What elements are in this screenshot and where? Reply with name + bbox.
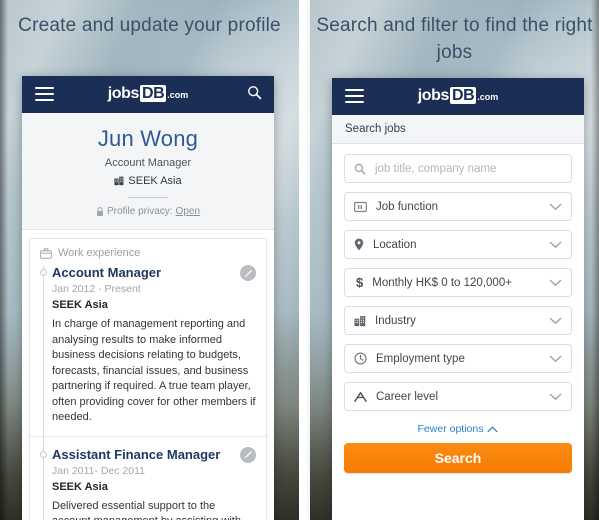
job-title: Account Manager bbox=[52, 265, 162, 280]
timeline-line bbox=[43, 266, 44, 520]
profile-name: Jun Wong bbox=[97, 126, 199, 151]
work-experience-item: Account Manager Jan 2012 - Present SEEK … bbox=[40, 264, 256, 436]
industry-value: Industry bbox=[375, 314, 416, 327]
left-panel: Create and update your profile jobs DB .co… bbox=[0, 0, 299, 520]
hamburger-icon[interactable] bbox=[345, 89, 364, 103]
search-button[interactable]: Search bbox=[344, 443, 572, 473]
search-input-placeholder: job title, company name bbox=[375, 162, 497, 175]
logo-db-mark: DB bbox=[449, 87, 477, 104]
logo-suffix-text: .com bbox=[477, 92, 499, 102]
profile-privacy-value[interactable]: Open bbox=[176, 206, 200, 217]
chevron-down-icon bbox=[549, 279, 562, 287]
left-vignette bbox=[0, 0, 8, 520]
left-phone-card: jobs DB .com Jun Wong Account Manager SE… bbox=[22, 76, 274, 520]
salary-select[interactable]: $ Monthly HK$ 0 to 120,000+ bbox=[344, 268, 572, 297]
industry-select[interactable]: Industry bbox=[344, 306, 572, 335]
chevron-down-icon bbox=[549, 393, 562, 401]
search-icon[interactable] bbox=[247, 85, 262, 100]
work-experience-item: Assistant Finance Manager Jan 2011- Dec … bbox=[40, 446, 256, 520]
chevron-down-icon bbox=[549, 317, 562, 325]
dollar-icon: $ bbox=[356, 275, 364, 290]
right-phone-card: jobs DB .com Search jobs job title, compan… bbox=[332, 78, 584, 520]
hamburger-icon[interactable] bbox=[35, 87, 54, 101]
right-navbar: jobs DB .com bbox=[332, 78, 584, 115]
work-experience-label: Work experience bbox=[58, 247, 141, 259]
jobsdb-logo[interactable]: jobs DB .com bbox=[22, 76, 274, 114]
job-date: Jan 2011- Dec 2011 bbox=[52, 464, 146, 477]
location-value: Location bbox=[373, 238, 417, 251]
right-vignette bbox=[591, 0, 599, 520]
chevron-down-icon bbox=[549, 203, 562, 211]
edit-pencil-icon[interactable] bbox=[240, 446, 256, 463]
chevron-down-icon bbox=[549, 241, 562, 249]
timeline-dot bbox=[40, 269, 47, 276]
work-experience-card: Work experience Account Manager Jan 2012… bbox=[29, 238, 267, 520]
profile-company: SEEK Asia bbox=[32, 175, 264, 187]
work-experience-list: Account Manager Jan 2012 - Present SEEK … bbox=[30, 264, 266, 520]
right-panel: Search and filter to find the right jobs… bbox=[310, 0, 599, 520]
profile-company-name: SEEK Asia bbox=[128, 175, 182, 187]
job-function-select[interactable]: Job function bbox=[344, 192, 572, 221]
logo-main-text: jobs bbox=[107, 85, 140, 102]
work-experience-header: Work experience bbox=[30, 239, 266, 264]
profile-privacy-row: Profile privacy: Open bbox=[32, 206, 264, 217]
location-pin-icon bbox=[354, 238, 364, 251]
career-level-value: Career level bbox=[376, 390, 438, 403]
employment-type-value: Employment type bbox=[376, 352, 465, 365]
search-input[interactable]: job title, company name bbox=[344, 154, 572, 183]
screenshot-stage: Create and update your profile jobs DB .co… bbox=[0, 0, 599, 520]
clock-icon bbox=[354, 352, 367, 365]
job-company: SEEK Asia bbox=[52, 299, 108, 311]
left-navbar: jobs DB .com bbox=[22, 76, 274, 113]
salary-value: Monthly HK$ 0 to 120,000+ bbox=[372, 276, 512, 289]
logo-main-text: jobs bbox=[417, 87, 450, 104]
location-select[interactable]: Location bbox=[344, 230, 572, 259]
chevron-down-icon bbox=[549, 355, 562, 363]
logo-db-mark: DB bbox=[139, 85, 167, 102]
job-function-icon bbox=[354, 201, 367, 213]
profile-header: Jun Wong Account Manager SEEK Asia Profi… bbox=[22, 113, 274, 230]
chevron-up-icon bbox=[487, 426, 498, 433]
briefcase-icon bbox=[40, 247, 52, 259]
job-company: SEEK Asia bbox=[52, 480, 108, 493]
lock-icon bbox=[96, 206, 104, 217]
job-title: Assistant Finance Manager bbox=[52, 446, 221, 462]
search-icon bbox=[354, 163, 366, 175]
industry-icon bbox=[354, 315, 366, 327]
fewer-options-link[interactable]: Fewer options bbox=[332, 420, 584, 443]
career-level-icon bbox=[354, 391, 367, 403]
employment-type-select[interactable]: Employment type bbox=[344, 344, 572, 373]
building-icon bbox=[114, 176, 124, 186]
panel-divider bbox=[299, 0, 310, 520]
job-description: In charge of management reporting and an… bbox=[52, 318, 256, 423]
timeline-dot bbox=[40, 450, 47, 458]
jobsdb-logo[interactable]: jobs DB .com bbox=[332, 78, 584, 116]
work-experience-separator bbox=[30, 435, 266, 437]
left-headline: Create and update your profile bbox=[18, 15, 281, 36]
edit-pencil-icon[interactable] bbox=[240, 265, 256, 281]
fewer-options-label: Fewer options bbox=[417, 423, 484, 435]
profile-job-title: Account Manager bbox=[104, 157, 192, 169]
job-date: Jan 2012 - Present bbox=[52, 283, 141, 295]
right-headline: Search and filter to find the right jobs bbox=[316, 15, 593, 63]
job-description: Delivered essential support to the accou… bbox=[52, 499, 241, 520]
search-jobs-subheader: Search jobs bbox=[332, 115, 584, 144]
profile-privacy-label: Profile privacy: bbox=[106, 206, 173, 217]
logo-suffix-text: .com bbox=[167, 90, 189, 100]
career-level-select[interactable]: Career level bbox=[344, 382, 572, 411]
job-function-value: Job function bbox=[376, 200, 439, 213]
search-form: job title, company name Job function Loc… bbox=[332, 144, 584, 411]
profile-divider bbox=[128, 197, 168, 198]
